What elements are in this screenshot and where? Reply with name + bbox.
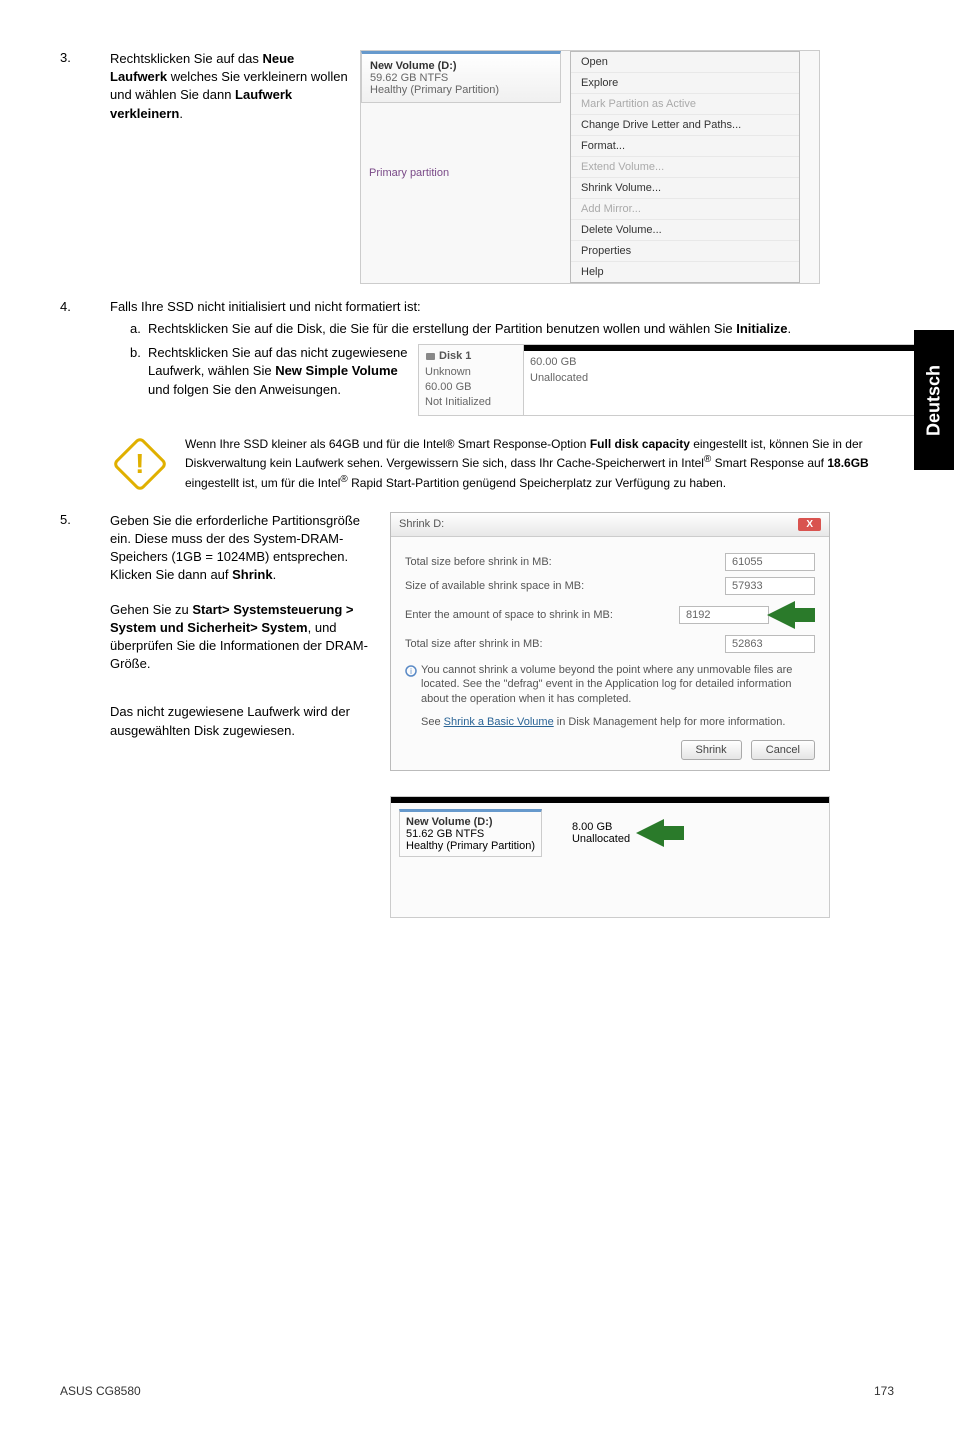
menu-extend[interactable]: Extend Volume... [571, 157, 799, 178]
menu-mark-active[interactable]: Mark Partition as Active [571, 94, 799, 115]
shrink-dialog: Shrink D: X Total size before shrink in … [390, 512, 830, 771]
text: Wenn Ihre SSD kleiner als 64GB und für d… [185, 437, 590, 451]
shrink-button[interactable]: Shrink [681, 740, 742, 760]
result-volume: New Volume (D:) 51.62 GB NTFS Healthy (P… [399, 809, 542, 857]
menu-delete[interactable]: Delete Volume... [571, 220, 799, 241]
text: . [179, 106, 183, 121]
footer-left: ASUS CG8580 [60, 1384, 141, 1398]
step-5: 5. Geben Sie die erforderliche Partition… [60, 512, 894, 918]
field-total-after: 52863 [725, 635, 815, 653]
text: ® [340, 474, 347, 485]
dialog-titlebar: Shrink D: X [391, 513, 829, 537]
context-menu-screenshot: New Volume (D:) 59.62 GB NTFS Healthy (P… [360, 50, 820, 284]
alert-box: ! Wenn Ihre SSD kleiner als 64GB und für… [120, 436, 894, 492]
field-amount[interactable]: 8192 [679, 606, 769, 624]
result-unalloc-size: 8.00 GB [572, 821, 630, 833]
text: Shrink [232, 567, 272, 582]
text: Rechtsklicken Sie auf das [110, 51, 262, 66]
menu-change-letter[interactable]: Change Drive Letter and Paths... [571, 115, 799, 136]
text: Das nicht zugewiesene Laufwerk wird der … [110, 703, 370, 739]
sub-b-body: Rechtsklicken Sie auf das nicht zugewies… [148, 344, 928, 416]
text: See [421, 716, 444, 728]
text: 18.6GB [827, 456, 868, 470]
text: und folgen Sie den Anweisungen. [148, 382, 341, 397]
arrow-left-icon [636, 819, 684, 847]
text: in Disk Management help for more informa… [554, 716, 786, 728]
alert-text: Wenn Ihre SSD kleiner als 64GB und für d… [185, 436, 894, 492]
info-icon: i [405, 665, 417, 677]
sub-b-text: Rechtsklicken Sie auf das nicht zugewies… [148, 344, 408, 416]
step-4: 4. Falls Ihre SSD nicht initialisiert un… [60, 299, 894, 416]
context-menu: Open Explore Mark Partition as Active Ch… [570, 51, 800, 283]
volume-block: New Volume (D:) 59.62 GB NTFS Healthy (P… [361, 51, 561, 103]
menu-shrink[interactable]: Shrink Volume... [571, 178, 799, 199]
text: Smart Response auf [711, 456, 827, 470]
disk1-r-state: Unallocated [530, 371, 921, 386]
step-number: 3. [60, 50, 110, 284]
menu-format[interactable]: Format... [571, 136, 799, 157]
text: Rapid Start-Partition genügend Speicherp… [348, 476, 726, 490]
text: Initialize [736, 321, 787, 336]
disk1-left: Disk 1 Unknown 60.00 GB Not Initialized [419, 345, 524, 415]
cancel-button[interactable]: Cancel [751, 740, 815, 760]
menu-properties[interactable]: Properties [571, 241, 799, 262]
disk1-state: Not Initialized [425, 395, 517, 410]
result-unallocated: 8.00 GB Unallocated [572, 819, 684, 847]
help-link[interactable]: Shrink a Basic Volume [444, 716, 554, 728]
text: . [273, 567, 277, 582]
menu-explore[interactable]: Explore [571, 73, 799, 94]
disk1-screenshot: Disk 1 Unknown 60.00 GB Not Initialized … [418, 344, 928, 416]
text: New Simple Volume [275, 363, 398, 378]
disk1-right: 60.00 GB Unallocated [524, 345, 927, 415]
svg-text:i: i [410, 667, 412, 676]
label-total-before: Total size before shrink in MB: [405, 556, 552, 568]
step-4-intro: Falls Ihre SSD nicht initialisiert und n… [110, 299, 928, 314]
label-available: Size of available shrink space in MB: [405, 580, 584, 592]
label-total-after: Total size after shrink in MB: [405, 638, 543, 650]
step-3: 3. Rechtsklicken Sie auf das Neue Laufwe… [60, 50, 894, 284]
result-vol-name: New Volume (D:) [406, 816, 535, 828]
menu-add-mirror[interactable]: Add Mirror... [571, 199, 799, 220]
close-icon[interactable]: X [798, 518, 821, 531]
menu-open[interactable]: Open [571, 52, 799, 73]
volume-name: New Volume (D:) [370, 60, 552, 72]
volume-health: Healthy (Primary Partition) [370, 84, 552, 96]
footer-page-number: 173 [874, 1384, 894, 1398]
sub-b-label: b. [130, 344, 148, 362]
disk1-r-size: 60.00 GB [530, 355, 921, 370]
field-total-before: 61055 [725, 553, 815, 571]
sub-a-label: a. [130, 320, 148, 338]
warning-icon: ! [112, 435, 169, 492]
language-tab: Deutsch [914, 330, 954, 470]
label-amount: Enter the amount of space to shrink in M… [405, 609, 613, 621]
result-unalloc-label: Unallocated [572, 833, 630, 845]
disk1-unknown: Unknown [425, 365, 517, 380]
step-3-text: Rechtsklicken Sie auf das Neue Laufwerk … [110, 50, 350, 284]
disk-icon [425, 351, 436, 362]
result-vol-health: Healthy (Primary Partition) [406, 840, 535, 852]
result-vol-size: 51.62 GB NTFS [406, 828, 535, 840]
text: Full disk capacity [590, 437, 690, 451]
dialog-title: Shrink D: [399, 518, 444, 530]
primary-partition-label: Primary partition [361, 163, 571, 187]
volume-size: 59.62 GB NTFS [370, 72, 552, 84]
text: eingestellt ist, um für die Intel [185, 476, 340, 490]
page-footer: ASUS CG8580 173 [60, 1384, 894, 1398]
disk1-size: 60.00 GB [425, 380, 517, 395]
note-text: You cannot shrink a volume beyond the po… [421, 664, 792, 705]
result-screenshot: New Volume (D:) 51.62 GB NTFS Healthy (P… [390, 796, 830, 918]
field-available: 57933 [725, 577, 815, 595]
text: Gehen Sie zu [110, 602, 192, 617]
arrow-left-icon [767, 601, 815, 629]
menu-help[interactable]: Help [571, 262, 799, 282]
step-number: 5. [60, 512, 110, 918]
disk1-title: Disk 1 [439, 349, 471, 364]
step-5-text: Geben Sie die erforderliche Partitionsgr… [110, 512, 370, 918]
step-number: 4. [60, 299, 110, 416]
sub-a-text: Rechtsklicken Sie auf die Disk, die Sie … [148, 320, 791, 338]
text: Rechtsklicken Sie auf die Disk, die Sie … [148, 321, 736, 336]
text: . [788, 321, 792, 336]
